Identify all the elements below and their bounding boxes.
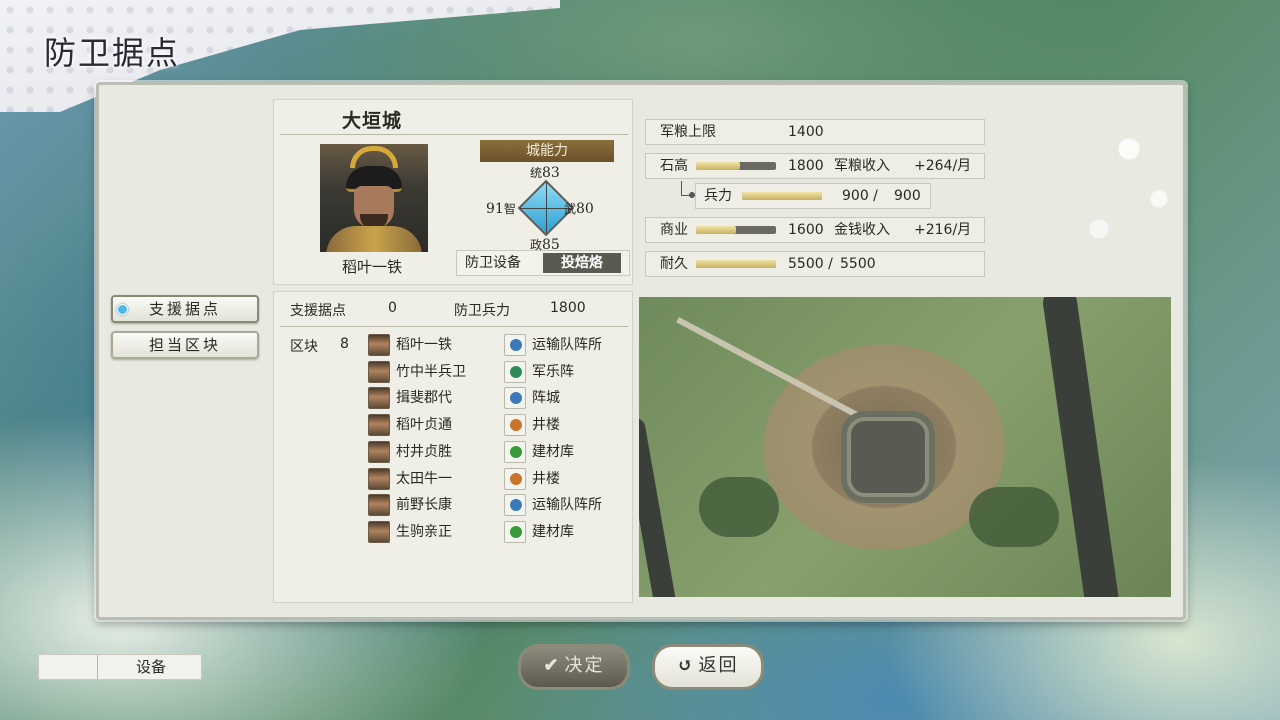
facility-name: 运输队阵所: [532, 337, 602, 353]
food-cap-row: 军粮上限 1400: [645, 119, 985, 145]
facility-icon: [504, 360, 526, 383]
facility-icon: [504, 387, 526, 410]
rice-bar: [696, 162, 776, 170]
tree-connector: [681, 181, 682, 195]
member-name: 揖斐郡代: [396, 390, 452, 407]
helmet-crest: [350, 146, 398, 168]
facility-name: 建材库: [532, 523, 574, 540]
commander-name: 稻叶一铁: [341, 258, 402, 276]
block-label: 区块: [290, 339, 318, 355]
ability-header: 城能力: [480, 140, 614, 162]
officer-portrait-icon: [368, 360, 390, 383]
map-castle-keep: [847, 417, 929, 497]
castle-name: 大垣城: [341, 110, 402, 132]
member-name: 竹中半兵卫: [396, 363, 466, 380]
facility-icon: [504, 334, 526, 356]
officer-portrait-icon: [368, 467, 390, 490]
troops-bar-fill: [742, 192, 822, 200]
facility-icon: [504, 494, 526, 517]
member-name: 稻叶一铁: [396, 337, 452, 353]
equipment-row[interactable]: 防卫设备 投焙烙: [456, 250, 630, 276]
commerce-row: 商业 1600 金钱收入 +216/月: [645, 217, 985, 243]
map-river-west: [639, 416, 679, 597]
facility-name: 井楼: [532, 417, 560, 434]
page-title: 防卫据点: [44, 34, 181, 72]
commander-portrait[interactable]: [320, 144, 428, 252]
troops-bar: [742, 192, 822, 200]
side-menu-support[interactable]: 支援据点: [111, 295, 259, 323]
return-arrow-icon: ↺: [677, 655, 695, 676]
stat-wu: 武80: [564, 201, 594, 217]
back-button[interactable]: ↺ 返回: [652, 644, 764, 690]
commerce-bar-fill: [696, 226, 736, 234]
commerce-bar: [696, 226, 776, 234]
stat-tong: 统83: [530, 165, 560, 181]
facility-icon: [504, 414, 526, 437]
rice-bar-fill: [696, 162, 740, 170]
confirm-button[interactable]: ✔ 决定: [518, 644, 630, 690]
divider: [280, 134, 628, 135]
equipment-value: 投焙烙: [543, 253, 621, 273]
selected-indicator-icon: [117, 304, 128, 315]
stat-zhi: 91智: [486, 201, 516, 217]
facility-name: 建材库: [532, 443, 574, 460]
durability-bar-fill: [696, 260, 776, 268]
facility-icon: [504, 467, 526, 490]
side-menu-district[interactable]: 担当区块: [111, 331, 259, 359]
facility-name: 井楼: [532, 470, 560, 487]
block-value: 8: [340, 336, 349, 352]
member-name: 稻叶贞通: [396, 417, 452, 434]
facility-icon: [504, 440, 526, 463]
facility-name: 运输队阵所: [532, 497, 602, 514]
officer-portrait-icon: [368, 387, 390, 410]
map-forest: [699, 477, 779, 537]
durability-bar: [696, 260, 776, 268]
officer-portrait-icon: [368, 334, 390, 356]
support-value: 0: [388, 300, 397, 316]
durability-row: 耐久 5500 / 5500: [645, 251, 985, 277]
diamond-axis-v: [546, 182, 547, 234]
member-name: 前野长康: [396, 497, 452, 514]
troops-row: 兵力 900 / 900: [695, 183, 931, 209]
rice-row: 石高 1800 军粮收入 +264/月: [645, 153, 985, 179]
map-forest: [969, 487, 1059, 547]
equipment-label: 防卫设备: [465, 255, 521, 271]
map-river: [1041, 297, 1121, 597]
castle-card: 大垣城 稻叶一铁 城能力 统83 91智 武80 政85 防卫设备 投焙烙: [273, 99, 633, 285]
defense-value: 1800: [550, 300, 586, 316]
map-road: [676, 317, 874, 426]
cherry-blossom-decoration: [989, 89, 1179, 275]
officer-portrait-icon: [368, 520, 390, 543]
member-name: 太田牛一: [396, 470, 452, 487]
member-name: 村井贞胜: [396, 443, 452, 460]
facility-name: 阵城: [532, 390, 560, 407]
officer-portrait-icon: [368, 440, 390, 463]
divider: [280, 326, 628, 327]
equipment-bottom-button[interactable]: 设备: [38, 654, 202, 680]
officer-portrait-icon: [368, 494, 390, 517]
support-label: 支援据点: [290, 303, 346, 319]
support-panel: 支援据点 0 防卫兵力 1800 区块 8 稻叶一铁竹中半兵卫揖斐郡代稻叶贞通村…: [273, 291, 633, 603]
armor: [326, 226, 422, 252]
castle-map[interactable]: [639, 297, 1171, 597]
defense-label: 防卫兵力: [454, 303, 510, 319]
checkmark-icon: ✔: [543, 655, 561, 676]
officer-portrait-icon: [368, 414, 390, 437]
divider: [97, 655, 98, 679]
facility-icon: [504, 520, 526, 543]
main-panel: 大垣城 稻叶一铁 城能力 统83 91智 武80 政85 防卫设备 投焙烙 军粮…: [96, 82, 1186, 620]
member-name: 生驹亲正: [396, 523, 452, 540]
facility-name: 军乐阵: [532, 363, 574, 380]
